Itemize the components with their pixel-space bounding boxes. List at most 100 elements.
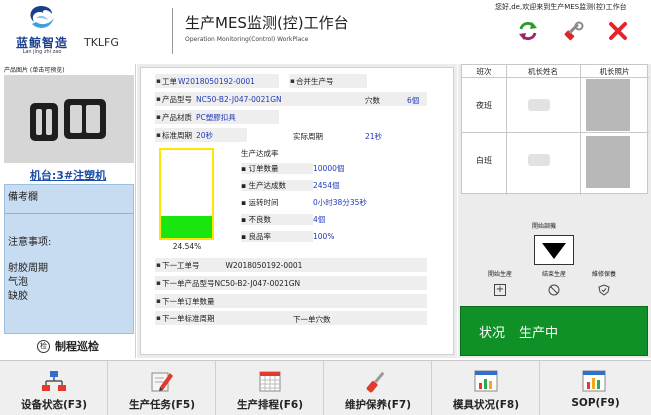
bar-chart-icon [474,370,498,392]
screwdriver-icon [366,371,385,393]
next-cycle-row: ▪ 下一单标准周期 [155,311,427,325]
col-header-name: 机长姓名 [506,65,580,78]
model-label: 产品型号 [162,94,192,104]
table-divider [462,132,649,133]
material-label: 产品材质 [162,112,192,122]
col-header-photo: 机长照片 [580,65,649,78]
stat-value: 100% [313,232,335,241]
close-icon [609,22,627,40]
logo-swirl-icon [30,6,54,28]
network-icon [42,371,66,391]
action-label: 结束生産 [541,271,566,278]
stat-value: 2454個 [313,181,340,190]
machine-link[interactable]: 机台:3#注塑机 [0,167,136,183]
product-photo[interactable] [4,75,134,163]
stat-row: ▪ 订单数量 10000個 [241,162,391,175]
bullet-icon: ▪ [156,314,161,322]
status-value: 生产中 [519,325,559,341]
toolbar-label: 维护保养(F7) [344,399,412,411]
stat-value: 4個 [313,215,326,224]
operator-photo [586,136,630,188]
model-value: NC50-B2-J047-0021GN [196,94,282,104]
action-label: 維修保養 [591,271,616,278]
defect-item: 射胶周期 [8,263,48,274]
table-divider [506,65,507,195]
photo-label: 产品图片 (单击可预览) [4,67,65,74]
left-panel: 产品图片 (单击可预览) 机台:3#注塑机 備考欄 注意事项: 射胶周期 气泡 … [0,64,136,358]
stat-row: ▪ 良品率 100% [241,230,391,243]
status-panel: 状况 生产中 [460,306,648,356]
std-cycle-row: ▪ 标准周期 20秒 [155,128,247,142]
stat-value: 10000個 [313,164,345,173]
material-row: ▪ 产品材质 PC塑膠扣具 [155,110,279,124]
patrol-label: 制程巡检 [55,340,99,353]
gauge-percent-text: 24.54% [172,242,202,251]
plus-icon: + [494,284,506,296]
operator-name [528,154,550,166]
stat-row: ▪ 不良数 4個 [241,213,391,226]
operator-photo [586,79,630,131]
bullet-icon: ▪ [156,279,161,287]
refresh-button[interactable] [517,20,539,42]
bullet-icon: ▪ [156,297,161,305]
bottom-toolbar: 设备状态(F3) 生产任务(F5) 生产排程(F6) 维护保养(F7) 模具状况… [0,360,651,415]
stat-row: ▪ 运转时间 0小时38分35秒 [241,196,391,209]
next-order-value: W2018050192-0001 [225,260,303,270]
process-patrol-button[interactable]: 检 制程巡检 [0,336,136,356]
settings-button[interactable] [563,20,585,42]
merge-row: ▪ 合并生产号 [289,74,367,88]
sop-button[interactable]: SOP(F9) [540,361,651,415]
production-schedule-button[interactable]: 生产排程(F6) [216,361,324,415]
equipment-status-button[interactable]: 设备状态(F3) [0,361,108,415]
achievement-title: 生产达成率 [241,149,279,158]
next-order-label: 下一工单号 [162,260,200,270]
end-production-button[interactable]: 结束生産 [532,269,576,296]
stop-icon [548,284,560,296]
start-setup-button[interactable] [534,235,574,265]
company-logo: 蓝鲸智造 Lan jing zhi zao [12,4,72,56]
header-divider [172,8,173,54]
wrench-icon [564,21,584,41]
std-cycle-value: 20秒 [196,130,214,140]
pencil-icon [151,372,173,392]
col-header-shift: 班次 [462,65,506,78]
close-button[interactable] [607,20,629,42]
model-row: ▪ 产品型号 NC50-B2-J047-0021GN [155,92,427,106]
maintenance-toolbar-button[interactable]: 维护保养(F7) [324,361,432,415]
start-production-button[interactable]: 開始生産 + [478,269,522,296]
gauge-fill [161,216,212,238]
refresh-icon [519,21,537,41]
app-title: 生产MES监测(控)工作台 [185,14,349,32]
table-divider [580,65,581,195]
bullet-icon: ▪ [290,77,295,85]
right-panel: 班次 机长姓名 机长照片 夜班 白班 開始調機 開始生産 + 结束生産 維修保養… [458,64,651,358]
shift-night: 夜班 [476,101,492,110]
logo-pinyin: Lan jing zhi zao [22,49,62,55]
bullet-icon: ▪ [156,131,161,139]
std-cycle-label: 标准周期 [162,130,192,140]
maintenance-button[interactable]: 維修保養 [582,269,626,296]
inspect-icon: 检 [37,339,50,353]
stat-label: ▪ 运转时间 [241,198,279,207]
mold-status-button[interactable]: 模具状况(F8) [432,361,540,415]
stat-label: ▪ 生产达成数 [241,180,313,191]
operator-name [528,99,550,111]
report-icon [582,370,606,392]
production-task-button[interactable]: 生产任务(F5) [108,361,216,415]
company-code: TKLFG [84,36,119,49]
work-order-row: ▪ 工单 W2018050192-0001 [155,74,279,88]
bullet-icon: ▪ [156,261,161,269]
toolbar-label: 生产任务(F5) [128,399,196,411]
triangle-down-icon [542,243,566,259]
notes-title: 備考欄 [8,192,38,203]
next-qty-label: 下一单订单数量 [162,296,215,306]
defect-item: 缺胶 [8,291,28,302]
next-model-label: 下一单产品型号 [162,278,215,288]
work-order-value: W2018050192-0001 [178,76,255,86]
start-setup-label: 開始調機 [532,223,557,230]
greeting-text: 您好,de,欢迎来到生产MES监测(控)工作台 [495,3,627,11]
actual-cycle-label: 实际周期 [293,132,323,141]
action-label: 開始生産 [487,271,512,278]
bullet-icon: ▪ [156,95,161,103]
work-order-label: 工单 [162,76,177,86]
